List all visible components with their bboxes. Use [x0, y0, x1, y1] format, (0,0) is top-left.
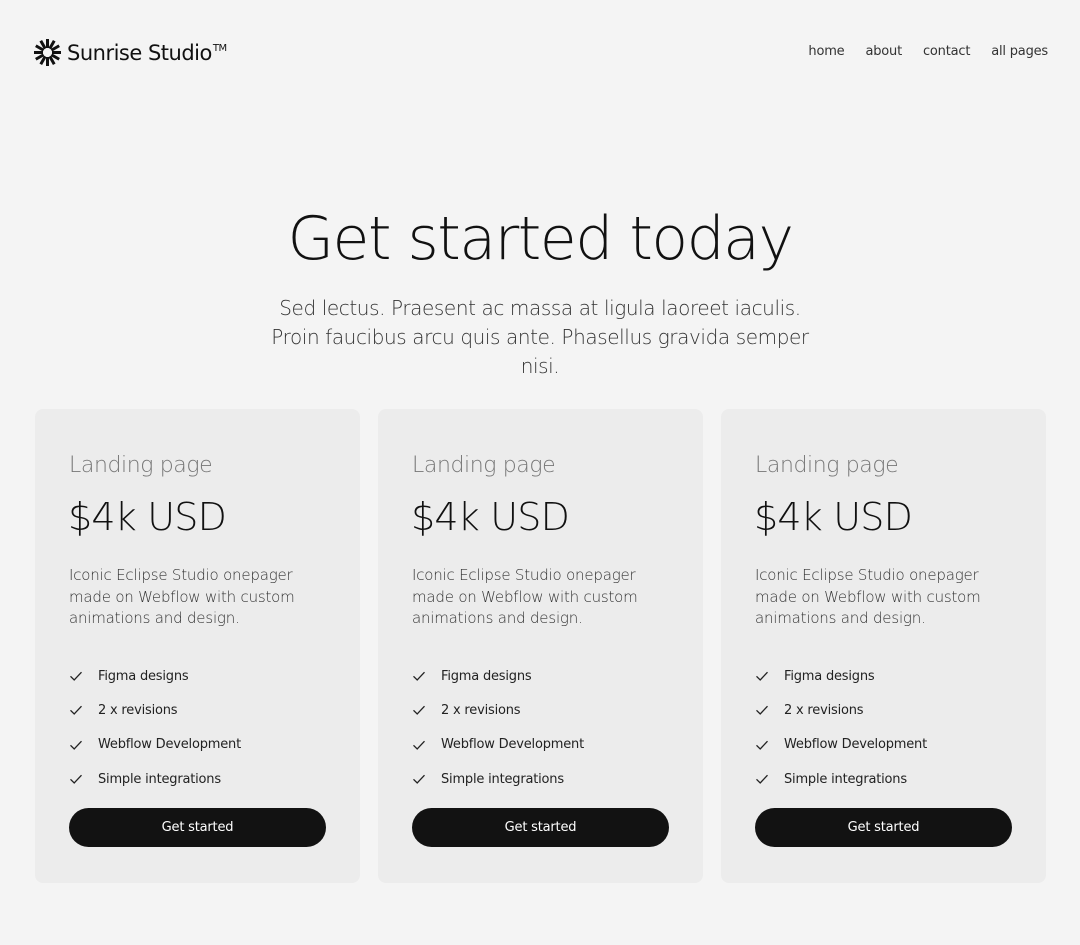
pricing-card: Landing page $4k USD Iconic Eclipse Stud…	[35, 409, 360, 883]
pricing-card: Landing page $4k USD Iconic Eclipse Stud…	[721, 409, 1046, 883]
nav-link-home[interactable]: home	[808, 44, 844, 59]
nav-link-contact[interactable]: contact	[923, 44, 970, 59]
check-icon	[70, 740, 82, 750]
feature-item: 2 x revisions	[412, 693, 584, 727]
card-price: $4k USD	[411, 495, 570, 539]
brand-name: Sunrise StudioTM	[67, 41, 227, 65]
nav-link-about[interactable]: about	[865, 44, 902, 59]
feature-item: Figma designs	[69, 659, 241, 693]
trademark-mark: TM	[212, 42, 227, 54]
nav-link-all-pages[interactable]: all pages	[991, 44, 1048, 59]
card-price: $4k USD	[754, 495, 913, 539]
pricing-cards: Landing page $4k USD Iconic Eclipse Stud…	[35, 409, 1046, 883]
check-icon	[413, 774, 425, 784]
feature-label: Figma designs	[98, 668, 189, 684]
get-started-button[interactable]: Get started	[412, 808, 669, 847]
feature-label: 2 x revisions	[98, 702, 178, 718]
feature-item: Simple integrations	[69, 762, 241, 796]
hero-subtitle: Sed lectus. Praesent ac massa at ligula …	[271, 296, 809, 378]
check-icon	[756, 706, 768, 716]
feature-label: 2 x revisions	[784, 702, 864, 718]
feature-label: Figma designs	[784, 668, 875, 684]
feature-item: Simple integrations	[755, 762, 927, 796]
check-icon	[70, 774, 82, 784]
check-icon	[413, 706, 425, 716]
check-icon	[756, 774, 768, 784]
brand-logo-link[interactable]: Sunrise StudioTM	[33, 38, 227, 67]
feature-item: Webflow Development	[69, 728, 241, 762]
feature-list: Figma designs 2 x revisions Webflow Deve…	[755, 659, 927, 796]
check-icon	[756, 740, 768, 750]
hero-title: Get started today	[287, 204, 794, 274]
feature-label: Webflow Development	[784, 737, 927, 753]
feature-item: Figma designs	[755, 659, 927, 693]
pricing-card: Landing page $4k USD Iconic Eclipse Stud…	[378, 409, 703, 883]
card-description: Iconic Eclipse Studio onepager made on W…	[412, 566, 638, 627]
card-description: Iconic Eclipse Studio onepager made on W…	[69, 566, 295, 627]
feature-label: Simple integrations	[784, 771, 907, 787]
card-title: Landing page	[412, 453, 556, 478]
feature-item: 2 x revisions	[69, 693, 241, 727]
site-header: Sunrise StudioTM home about contact all …	[0, 0, 1080, 108]
brand-name-text: Sunrise Studio	[67, 40, 212, 65]
sunburst-logo-icon	[34, 39, 61, 66]
feature-label: Simple integrations	[441, 771, 564, 787]
check-icon	[70, 671, 82, 682]
check-icon	[70, 706, 82, 716]
card-title: Landing page	[69, 453, 213, 478]
card-title: Landing page	[755, 453, 899, 478]
feature-label: Webflow Development	[98, 737, 241, 753]
feature-label: Figma designs	[441, 668, 532, 684]
feature-item: Simple integrations	[412, 762, 584, 796]
feature-item: 2 x revisions	[755, 693, 927, 727]
card-description: Iconic Eclipse Studio onepager made on W…	[755, 566, 981, 627]
feature-label: Simple integrations	[98, 771, 221, 787]
get-started-button[interactable]: Get started	[755, 808, 1012, 847]
feature-label: 2 x revisions	[441, 702, 521, 718]
feature-list: Figma designs 2 x revisions Webflow Deve…	[412, 659, 584, 796]
feature-item: Webflow Development	[755, 728, 927, 762]
main-nav: home about contact all pages	[808, 44, 1048, 59]
feature-list: Figma designs 2 x revisions Webflow Deve…	[69, 659, 241, 796]
check-icon	[756, 671, 768, 682]
check-icon	[413, 740, 425, 750]
get-started-button[interactable]: Get started	[69, 808, 326, 847]
card-price: $4k USD	[68, 495, 227, 539]
feature-label: Webflow Development	[441, 737, 584, 753]
feature-item: Webflow Development	[412, 728, 584, 762]
feature-item: Figma designs	[412, 659, 584, 693]
check-icon	[413, 671, 425, 682]
